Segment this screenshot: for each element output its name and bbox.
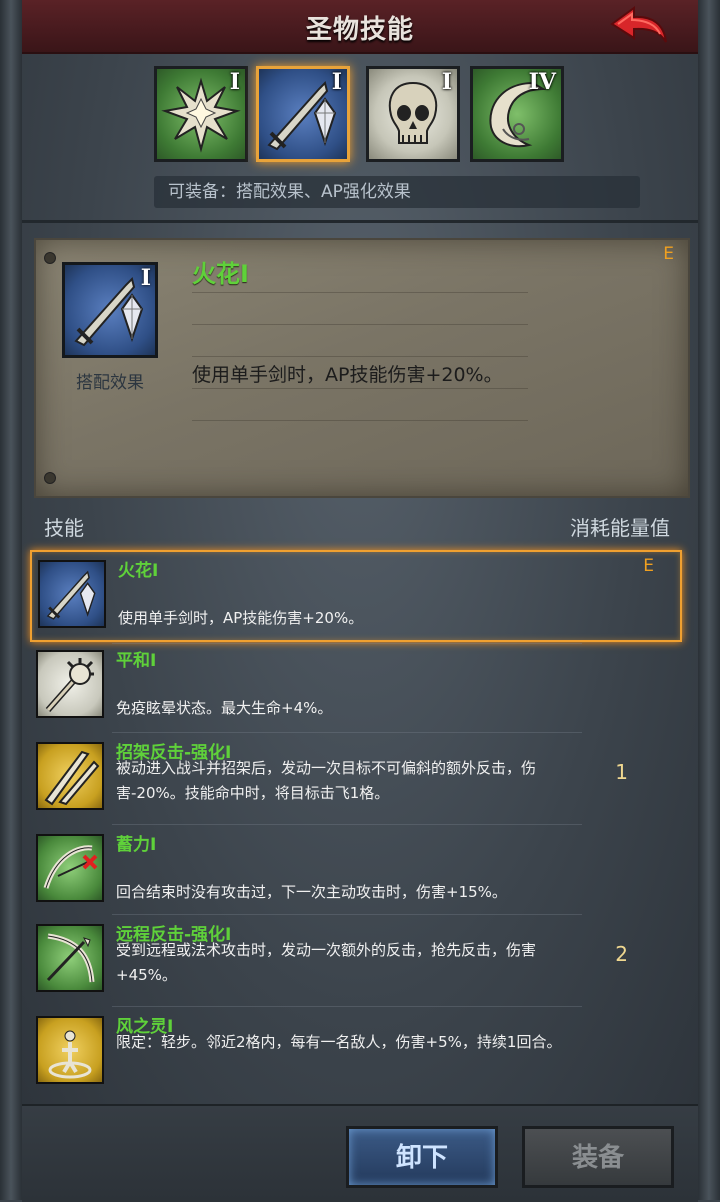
skill-row[interactable]: 远程反击-强化I 受到远程或法术攻击时，发动一次额外的反击，抢先反击，伤害+45…	[30, 916, 682, 1008]
sword-crystal-icon	[38, 560, 106, 628]
row-divider	[112, 824, 582, 825]
skill-description: 限定：轻步。邻近2格内，每有一名敌人，伤害+5%，持续1回合。	[116, 1033, 562, 1051]
ruled-line	[192, 420, 528, 421]
relic-tab-spark[interactable]: I	[154, 66, 248, 162]
skill-description: 使用单手剑时，AP技能伤害+20%。	[118, 609, 364, 627]
skill-description: 被动进入战斗并招架后，发动一次目标不可偏斜的额外反击，伤害-20%。技能命中时，…	[116, 759, 537, 802]
row-divider	[112, 914, 582, 915]
energy-cost: 2	[615, 942, 628, 966]
row-divider	[112, 732, 582, 733]
bow-arrow-icon	[36, 924, 104, 992]
back-arrow-icon[interactable]	[608, 4, 670, 48]
relic-tab-sword[interactable]: I	[256, 66, 350, 162]
row-divider	[112, 1006, 582, 1007]
equip-button[interactable]: 装备	[522, 1126, 674, 1188]
ruled-line	[192, 292, 528, 293]
skill-description: 使用单手剑时，AP技能伤害+20%。	[192, 364, 503, 386]
skill-description: 免疫眩晕状态。最大生命+4%。	[116, 699, 333, 717]
skill-name: 火花I	[118, 561, 159, 581]
skill-row[interactable]: 火花I E 使用单手剑时，AP技能伤害+20%。	[30, 550, 682, 642]
rank-label: I	[331, 69, 342, 95]
list-header-energy: 消耗能量值	[570, 516, 670, 540]
ruled-line	[192, 324, 528, 325]
skill-row[interactable]: 平和I 免疫眩晕状态。最大生命+4%。	[30, 642, 682, 734]
relic-tab-skull[interactable]: I	[366, 66, 460, 162]
rank-label: I	[229, 69, 240, 95]
energy-cost: E	[643, 556, 654, 576]
bow-charge-icon	[36, 834, 104, 902]
rank-label: I	[140, 265, 151, 291]
skill-name: 蓄力I	[116, 835, 157, 855]
skill-row[interactable]: 招架反击-强化I 被动进入战斗并招架后，发动一次目标不可偏斜的额外反击，伤害-2…	[30, 734, 682, 826]
skill-row[interactable]: 蓄力I 回合结束时没有攻击过，下一次主动攻击时，伤害+15%。	[30, 826, 682, 918]
divider	[22, 220, 698, 223]
equip-note: 可装备：搭配效果、AP强化效果	[154, 176, 640, 208]
skill-row[interactable]: 风之灵I 限定：轻步。邻近2格内，每有一名敌人，伤害+5%，持续1回合。	[30, 1008, 682, 1100]
rank-label: IV	[528, 69, 556, 95]
skill-description: 受到远程或法术攻击时，发动一次额外的反击，抢先反击，伤害+45%。	[116, 941, 537, 984]
rivet	[44, 252, 56, 264]
morningstar-icon	[36, 650, 104, 718]
left-frame	[0, 0, 22, 1200]
skill-type-label: 搭配效果	[76, 373, 144, 393]
unequip-button[interactable]: 卸下	[346, 1126, 498, 1188]
skill-detail-panel: I 搭配效果 火花I E 使用单手剑时，AP技能伤害+20%。	[34, 238, 690, 498]
list-header-skill: 技能	[44, 516, 84, 540]
detail-skill-icon: I	[62, 262, 158, 358]
page-title: 圣物技能	[305, 15, 414, 45]
skill-name: 平和I	[116, 651, 157, 671]
energy-cost: 1	[615, 760, 628, 784]
skill-description: 回合结束时没有攻击过，下一次主动攻击时，伤害+15%。	[116, 883, 507, 901]
rivet	[44, 472, 56, 484]
bottom-bar: 卸下 装备	[22, 1104, 698, 1202]
wind-spirit-icon	[36, 1016, 104, 1084]
right-frame	[698, 0, 720, 1200]
energy-cost: E	[663, 244, 674, 264]
ruled-line	[192, 388, 528, 389]
skill-name: 火花I	[192, 260, 249, 288]
header-bar: 圣物技能	[22, 0, 698, 54]
rank-label: I	[441, 69, 452, 95]
ruled-line	[192, 356, 528, 357]
crossed-blades-icon	[36, 742, 104, 810]
relic-tab-crescent[interactable]: IV	[470, 66, 564, 162]
